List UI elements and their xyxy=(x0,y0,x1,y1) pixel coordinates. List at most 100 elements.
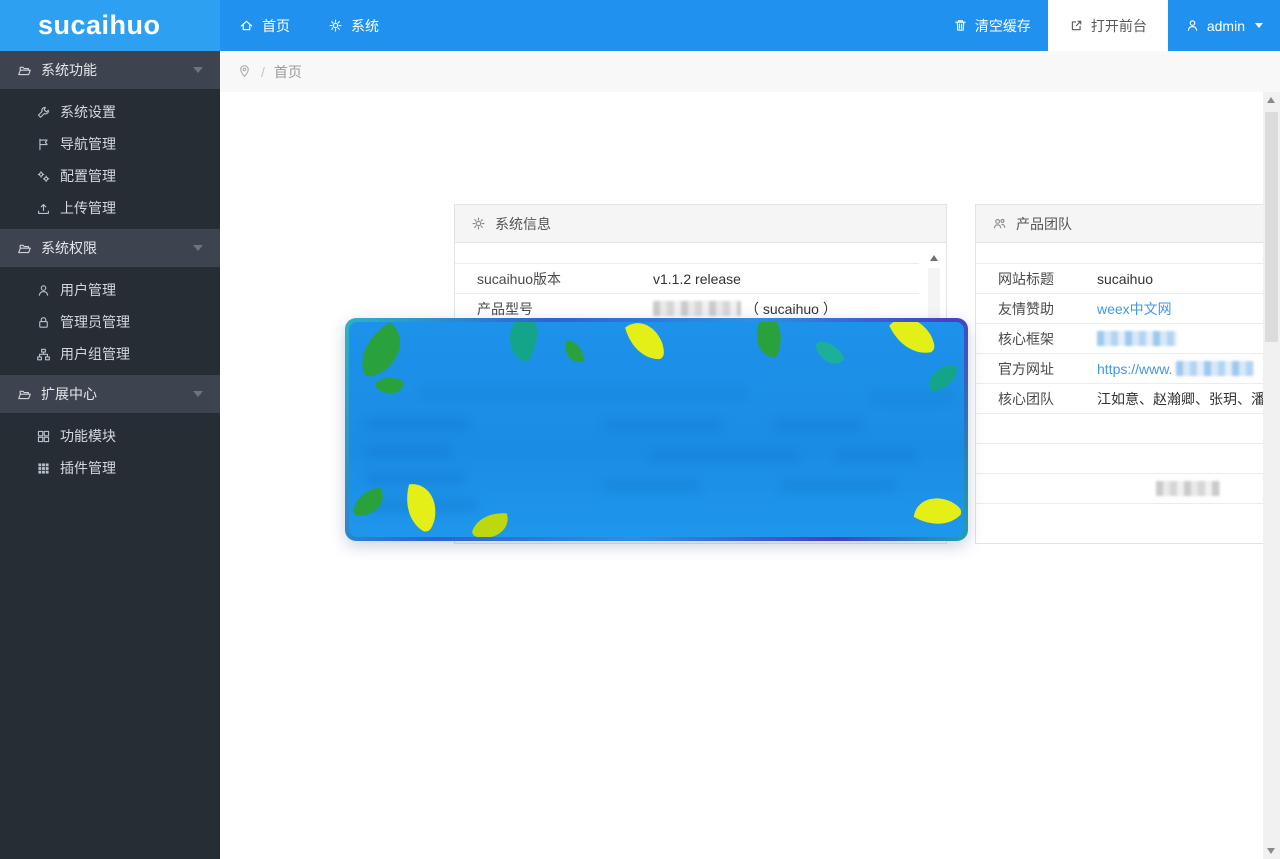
open-frontend-button[interactable]: 打开前台 xyxy=(1048,0,1168,51)
clear-cache-button[interactable]: 清空缓存 xyxy=(936,0,1048,51)
row-value-text: （ sucaihuo ） xyxy=(745,299,837,319)
panel-body: 网站标题 sucaihuo 友情赞助 weex中文网 核心框架 官方网址 h xyxy=(976,244,1280,543)
row-value: 江如意、赵瀚卿、张玥、潘美红、赵川... xyxy=(1097,389,1280,409)
sidebar-item-admin-management[interactable]: 管理员管理 xyxy=(0,306,220,338)
sidebar-item-label: 配置管理 xyxy=(60,166,116,186)
row-label: sucaihuo版本 xyxy=(455,269,653,289)
user-icon xyxy=(36,283,51,298)
row-value: v1.1.2 release xyxy=(653,271,741,287)
chevron-down-icon xyxy=(193,391,203,397)
folder-icon xyxy=(17,63,32,78)
sidebar-section-system-permissions[interactable]: 系统权限 xyxy=(0,229,220,267)
flag-icon xyxy=(36,137,51,152)
sidebar-section-label: 扩展中心 xyxy=(41,384,97,404)
sidebar-item-usergroup-management[interactable]: 用户组管理 xyxy=(0,338,220,370)
sidebar-item-upload-management[interactable]: 上传管理 xyxy=(0,192,220,224)
sidebar-item-label: 系统设置 xyxy=(60,102,116,122)
user-icon xyxy=(1185,18,1200,33)
app-logo[interactable]: sucaihuo xyxy=(0,0,220,51)
sidebar-item-user-management[interactable]: 用户管理 xyxy=(0,274,220,306)
open-frontend-label: 打开前台 xyxy=(1091,16,1147,36)
breadcrumb-separator: / xyxy=(261,64,265,80)
sidebar-item-label: 用户管理 xyxy=(60,280,116,300)
row-label: 官方网址 xyxy=(976,359,1097,379)
breadcrumb: / 首页 xyxy=(220,51,1280,92)
table-row xyxy=(976,474,1280,504)
upload-icon xyxy=(36,201,51,216)
sidebar-item-label: 上传管理 xyxy=(60,198,116,218)
table-row: 核心框架 xyxy=(976,324,1280,354)
sidebar-item-label: 导航管理 xyxy=(60,134,116,154)
sidebar-section-label: 系统权限 xyxy=(41,238,97,258)
trash-icon xyxy=(953,18,968,33)
info-table: 网站标题 sucaihuo 友情赞助 weex中文网 核心框架 官方网址 h xyxy=(976,263,1280,504)
lock-icon xyxy=(36,315,51,330)
sidebar-group: 用户管理 管理员管理 用户组管理 xyxy=(0,267,220,375)
redacted-value xyxy=(1176,361,1254,376)
sidebar-section-system-functions[interactable]: 系统功能 xyxy=(0,51,220,89)
location-pin-icon xyxy=(237,64,252,79)
sidebar-item-label: 功能模块 xyxy=(60,426,116,446)
sidebar-item-nav-management[interactable]: 导航管理 xyxy=(0,128,220,160)
external-link-icon xyxy=(1069,18,1084,33)
gears-icon xyxy=(36,169,51,184)
table-row: sucaihuo版本 v1.1.2 release xyxy=(455,264,919,294)
nav-item-home[interactable]: 首页 xyxy=(220,0,309,51)
users-icon xyxy=(992,216,1007,231)
table-row: 网站标题 sucaihuo xyxy=(976,264,1280,294)
row-value xyxy=(1097,331,1177,346)
home-icon xyxy=(239,18,254,33)
row-label: 核心框架 xyxy=(976,329,1097,349)
row-value: https://www. xyxy=(1097,361,1254,377)
panel-title: 系统信息 xyxy=(495,214,551,234)
scrollbar-thumb[interactable] xyxy=(1265,112,1278,342)
row-value: （ sucaihuo ） xyxy=(653,299,837,319)
grid-icon xyxy=(36,429,51,444)
header-spacer xyxy=(398,0,936,51)
nav-item-label: 系统 xyxy=(351,16,379,36)
sidebar-item-label: 管理员管理 xyxy=(60,312,130,332)
breadcrumb-current[interactable]: 首页 xyxy=(274,62,302,82)
user-name: admin xyxy=(1207,18,1245,34)
sidebar-item-system-settings[interactable]: 系统设置 xyxy=(0,96,220,128)
sitemap-icon xyxy=(36,347,51,362)
scroll-up-arrow[interactable] xyxy=(930,255,938,261)
page-scrollbar[interactable] xyxy=(1263,92,1280,859)
sidebar-section-label: 系统功能 xyxy=(41,60,97,80)
official-site-link[interactable]: https://www. xyxy=(1097,361,1172,377)
sidebar: 系统功能 系统设置 导航管理 配置管理 上传管理 xyxy=(0,51,220,859)
top-header: sucaihuo 首页 系统 清空缓存 打开前台 admin xyxy=(0,0,1280,51)
row-value xyxy=(1097,481,1220,496)
sidebar-item-function-modules[interactable]: 功能模块 xyxy=(0,420,220,452)
nav-item-system[interactable]: 系统 xyxy=(309,0,398,51)
panel-title: 产品团队 xyxy=(1016,214,1072,234)
sponsor-link[interactable]: weex中文网 xyxy=(1097,299,1172,319)
table-row: 友情赞助 weex中文网 xyxy=(976,294,1280,324)
sidebar-item-plugin-management[interactable]: 插件管理 xyxy=(0,452,220,484)
redacted-value xyxy=(653,301,741,316)
table-row xyxy=(976,444,1280,474)
panel-header: 产品团队 xyxy=(976,205,1280,243)
sidebar-group: 功能模块 插件管理 xyxy=(0,413,220,489)
redacted-value xyxy=(1156,481,1220,496)
promo-popup[interactable] xyxy=(345,318,968,541)
panel-header: 系统信息 xyxy=(455,205,946,243)
scroll-down-arrow[interactable] xyxy=(1267,848,1275,854)
caret-down-icon xyxy=(1255,23,1263,28)
sidebar-group: 系统设置 导航管理 配置管理 上传管理 xyxy=(0,89,220,229)
sidebar-section-extension-center[interactable]: 扩展中心 xyxy=(0,375,220,413)
scroll-up-arrow[interactable] xyxy=(1267,97,1275,103)
sidebar-item-label: 用户组管理 xyxy=(60,344,130,364)
chevron-down-icon xyxy=(193,67,203,73)
user-menu[interactable]: admin xyxy=(1168,0,1280,51)
gear-icon xyxy=(471,216,486,231)
plugin-grid-icon xyxy=(36,461,51,476)
sidebar-item-config-management[interactable]: 配置管理 xyxy=(0,160,220,192)
folder-icon xyxy=(17,387,32,402)
header-nav: 首页 系统 xyxy=(220,0,398,51)
leaf-decoration xyxy=(349,322,964,537)
table-row: 官方网址 https://www. xyxy=(976,354,1280,384)
gear-icon xyxy=(328,18,343,33)
row-label: 网站标题 xyxy=(976,269,1097,289)
redacted-value xyxy=(1097,331,1177,346)
